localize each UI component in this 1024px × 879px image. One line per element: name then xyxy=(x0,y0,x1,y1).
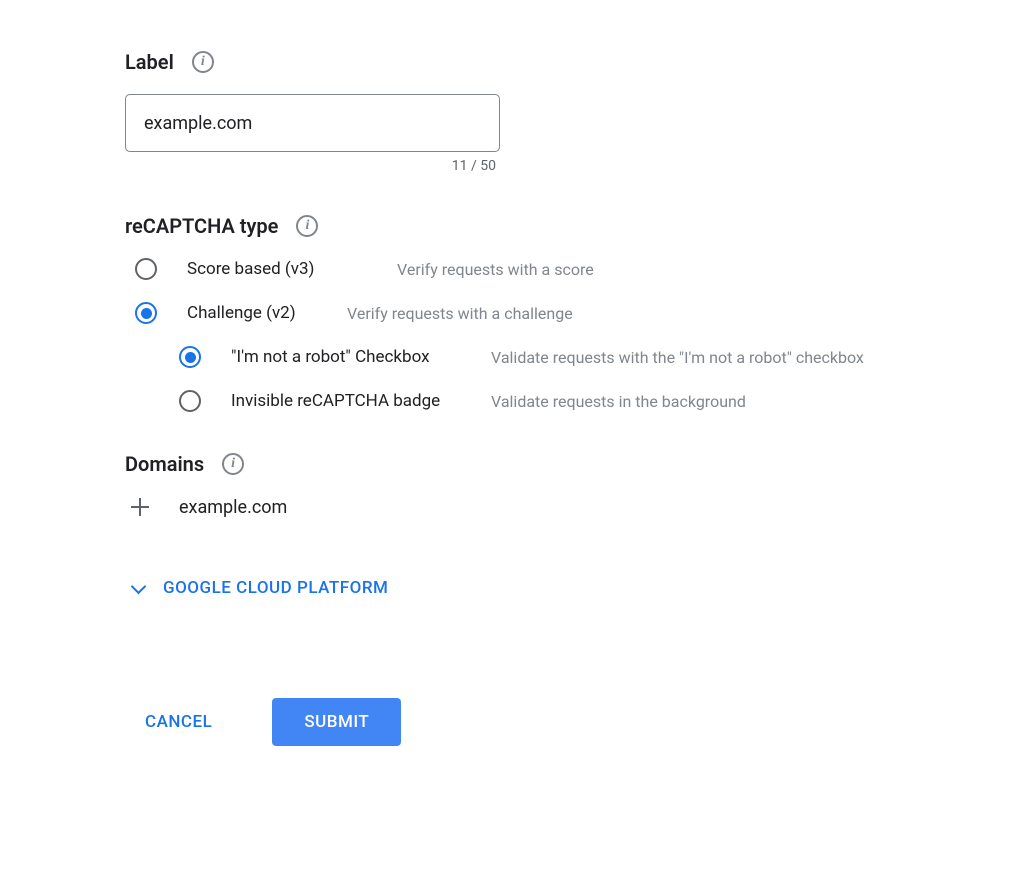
plus-icon[interactable] xyxy=(129,496,151,518)
domain-add-row[interactable]: example.com xyxy=(125,496,1024,518)
recaptcha-type-section: reCAPTCHA type Score based (v3) Verify r… xyxy=(125,214,1024,412)
expand-label: GOOGLE CLOUD PLATFORM xyxy=(163,578,388,598)
radio-label: Challenge (v2) xyxy=(187,303,317,323)
action-buttons: CANCEL SUBMIT xyxy=(125,698,1024,746)
radio-sub-option-invisible[interactable]: Invisible reCAPTCHA badge Validate reque… xyxy=(125,390,1024,412)
radio-button[interactable] xyxy=(135,302,157,324)
domains-header: Domains xyxy=(125,452,1024,476)
cancel-button[interactable]: CANCEL xyxy=(145,712,212,732)
recaptcha-type-title: reCAPTCHA type xyxy=(125,214,278,238)
radio-label: Score based (v3) xyxy=(187,259,367,279)
label-header: Label xyxy=(125,50,1024,74)
radio-label: "I'm not a robot" Checkbox xyxy=(231,347,461,367)
radio-description: Validate requests in the background xyxy=(491,392,746,411)
radio-description: Verify requests with a challenge xyxy=(347,304,573,323)
radio-button[interactable] xyxy=(179,346,201,368)
label-char-count: 11 / 50 xyxy=(125,158,500,174)
label-input[interactable] xyxy=(125,94,500,152)
domains-title: Domains xyxy=(125,452,204,476)
domains-section: Domains example.com xyxy=(125,452,1024,518)
radio-button[interactable] xyxy=(135,258,157,280)
recaptcha-type-header: reCAPTCHA type xyxy=(125,214,1024,238)
radio-button[interactable] xyxy=(179,390,201,412)
chevron-down-icon xyxy=(131,581,145,595)
info-icon[interactable] xyxy=(296,215,318,237)
radio-description: Validate requests with the "I'm not a ro… xyxy=(491,348,864,367)
radio-option-challenge[interactable]: Challenge (v2) Verify requests with a ch… xyxy=(125,302,1024,324)
radio-description: Verify requests with a score xyxy=(397,260,594,279)
expand-gcp-section[interactable]: GOOGLE CLOUD PLATFORM xyxy=(125,578,1024,598)
domain-text: example.com xyxy=(179,497,287,518)
radio-option-score-based[interactable]: Score based (v3) Verify requests with a … xyxy=(125,258,1024,280)
label-section: Label 11 / 50 xyxy=(125,50,1024,174)
info-icon[interactable] xyxy=(222,453,244,475)
label-title: Label xyxy=(125,50,174,74)
submit-button[interactable]: SUBMIT xyxy=(272,698,401,746)
info-icon[interactable] xyxy=(192,51,214,73)
radio-label: Invisible reCAPTCHA badge xyxy=(231,391,461,411)
radio-sub-option-checkbox[interactable]: "I'm not a robot" Checkbox Validate requ… xyxy=(125,346,1024,368)
